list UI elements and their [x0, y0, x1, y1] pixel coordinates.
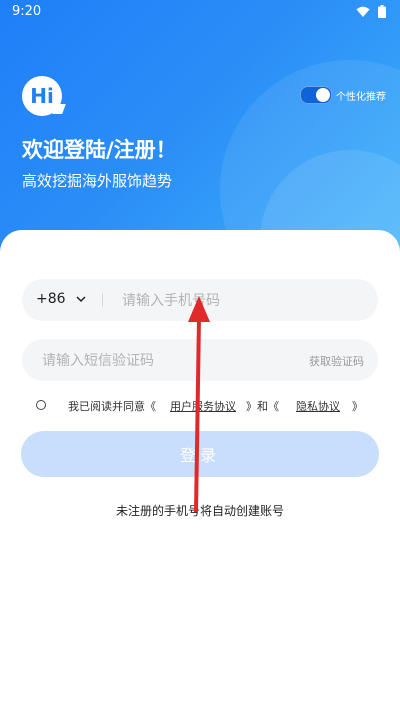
agreement-row: 我已阅读并同意《 用户服务协议 》和《 隐私协议 》	[34, 398, 374, 414]
status-bar: 9:20	[0, 0, 400, 24]
page-title: 欢迎登陆/注册！	[22, 138, 177, 162]
toggle-knob	[316, 88, 330, 102]
get-code-button[interactable]: 获取验证码	[309, 353, 364, 369]
field-divider	[102, 293, 103, 307]
user-service-agreement-link[interactable]: 用户服务协议	[170, 398, 236, 414]
page-subtitle: 高效挖掘海外服饰趋势	[22, 172, 173, 190]
auto-register-note: 未注册的手机号将自动创建账号	[115, 504, 284, 518]
privacy-agreement-link[interactable]: 隐私协议	[296, 398, 340, 414]
agreement-middle: 》和《	[246, 400, 279, 413]
chevron-down-icon[interactable]	[76, 289, 86, 309]
toggle-label: 个性化推荐	[336, 91, 386, 103]
status-time: 9:20	[12, 4, 42, 19]
sms-code-input[interactable]	[40, 350, 264, 372]
country-code[interactable]: +86	[36, 291, 66, 307]
wifi-icon	[356, 6, 370, 17]
app-logo: Hi	[22, 76, 62, 116]
agreement-prefix: 我已阅读并同意《	[68, 400, 156, 413]
status-icons	[356, 5, 386, 18]
login-button[interactable]: 登录	[21, 431, 379, 477]
battery-icon	[378, 5, 386, 18]
phone-input[interactable]	[120, 290, 364, 312]
toggle-switch[interactable]	[300, 86, 332, 104]
agreement-suffix: 》	[352, 400, 363, 413]
agree-radio[interactable]	[36, 400, 46, 410]
sms-code-field[interactable]: 获取验证码	[22, 339, 378, 381]
personalized-recommend-toggle[interactable]: 个性化推荐	[300, 86, 386, 104]
phone-field[interactable]: +86	[22, 279, 378, 321]
